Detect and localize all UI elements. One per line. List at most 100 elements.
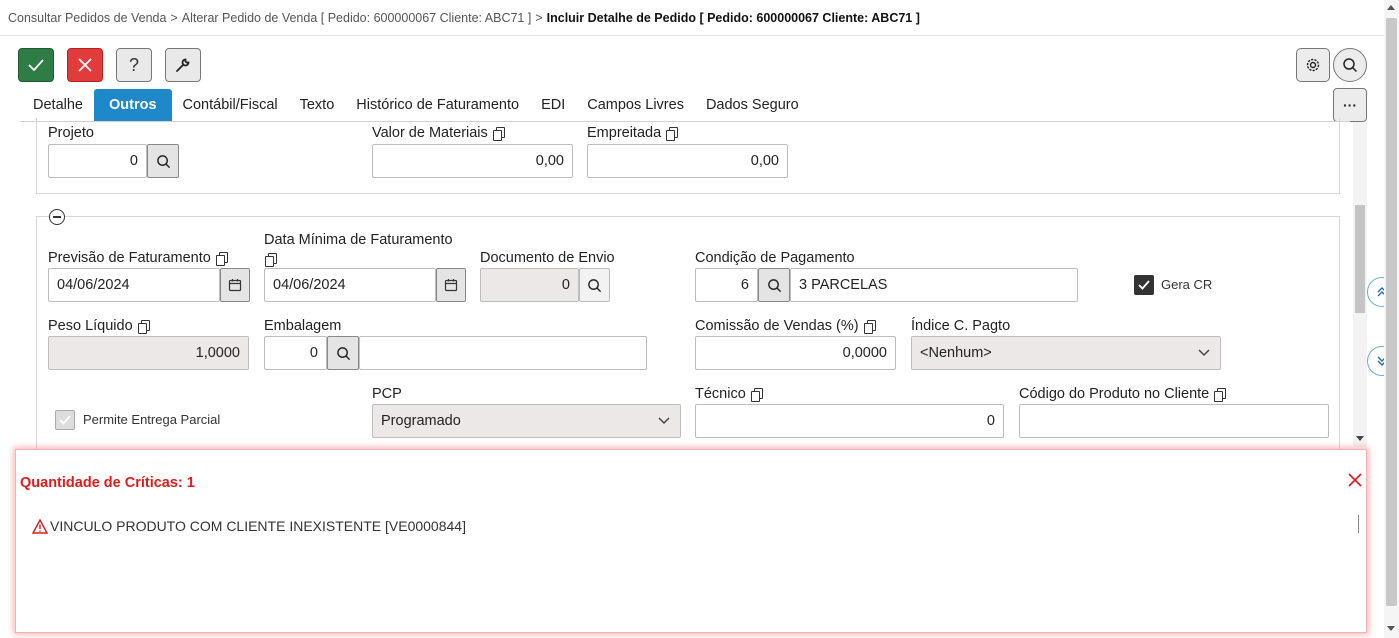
tecnico-label: Técnico — [695, 386, 763, 402]
close-icon — [1348, 473, 1362, 487]
condicao-pagamento-code-input[interactable]: 6 — [695, 268, 758, 302]
check-icon — [1138, 280, 1150, 290]
criticas-panel — [15, 449, 1367, 633]
copy-icon[interactable] — [265, 253, 277, 267]
copy-icon[interactable] — [215, 252, 228, 266]
wrench-icon — [176, 58, 190, 72]
condicao-pagamento-desc-input[interactable]: 3 PARCELAS — [790, 268, 1078, 302]
comissao-vendas-label: Comissão de Vendas (%) — [695, 318, 876, 334]
codigo-produto-cliente-input[interactable] — [1019, 404, 1329, 438]
pcp-select[interactable]: Programado — [372, 404, 681, 438]
tools-button[interactable] — [165, 48, 201, 82]
copy-icon[interactable] — [492, 127, 505, 141]
documento-envio-label: Documento de Envio — [480, 250, 615, 266]
header-divider — [0, 35, 1384, 36]
copy-icon[interactable] — [666, 127, 679, 141]
search-button[interactable] — [1333, 48, 1367, 82]
search-icon — [336, 346, 350, 360]
projeto-search-button[interactable] — [147, 144, 179, 178]
criticas-title: Quantidade de Críticas: 1 — [20, 475, 195, 491]
calendar-icon — [228, 279, 242, 292]
confirm-button[interactable] — [18, 48, 54, 82]
data-minima-calendar-button[interactable] — [436, 268, 466, 302]
warning-icon — [32, 518, 48, 534]
empreitada-input[interactable]: 0,00 — [587, 144, 788, 178]
search-icon — [156, 154, 170, 168]
valor-materiais-input[interactable]: 0,00 — [372, 144, 573, 178]
close-criticas-button[interactable] — [1348, 473, 1362, 492]
embalagem-search-button[interactable] — [327, 336, 359, 370]
cancel-button[interactable] — [67, 48, 103, 82]
settings-button[interactable] — [1296, 48, 1330, 82]
tab-dados-seguro[interactable]: Dados Seguro — [695, 89, 810, 121]
criticas-scrollbar[interactable] — [1358, 515, 1359, 533]
breadcrumb-item-consultar[interactable]: Consultar Pedidos de Venda — [8, 11, 166, 25]
copy-icon[interactable] — [750, 388, 763, 402]
pcp-label: PCP — [372, 386, 402, 402]
indice-pagto-value: <Nenhum> — [920, 345, 992, 361]
previsao-faturamento-label: Previsão de Faturamento — [48, 250, 228, 266]
condicao-pagamento-search-button[interactable] — [758, 268, 790, 302]
tab-historico-faturamento[interactable]: Histórico de Faturamento — [345, 89, 530, 121]
chevron-down-icon — [1198, 349, 1210, 357]
pcp-value: Programado — [381, 413, 461, 429]
form-scrollbar-thumb[interactable] — [1355, 205, 1365, 313]
copy-icon[interactable] — [137, 320, 150, 334]
tab-campos-livres[interactable]: Campos Livres — [576, 89, 695, 121]
peso-liquido-label: Peso Líquido — [48, 318, 150, 334]
permite-entrega-label: Permite Entrega Parcial — [83, 412, 221, 427]
embalagem-desc-input[interactable] — [359, 336, 647, 370]
breadcrumb: Consultar Pedidos de Venda > Alterar Pedid… — [8, 11, 920, 25]
copy-icon[interactable] — [863, 320, 876, 334]
breadcrumb-separator: > — [535, 11, 543, 25]
help-button[interactable]: ? — [116, 48, 152, 82]
tab-contabil-fiscal[interactable]: Contábil/Fiscal — [172, 89, 289, 121]
projeto-input[interactable]: 0 — [48, 144, 147, 178]
page-scroll-up-icon[interactable] — [1387, 5, 1395, 10]
peso-liquido-input: 1,0000 — [48, 336, 249, 370]
breadcrumb-current: Incluir Detalhe de Pedido [ Pedido: 6000… — [546, 11, 920, 25]
previsao-calendar-button[interactable] — [220, 268, 250, 302]
more-tabs-button[interactable]: ··· — [1333, 88, 1367, 122]
page-scrollbar-thumb[interactable] — [1386, 18, 1397, 606]
tab-detalhe[interactable]: Detalhe — [22, 89, 94, 121]
search-icon — [588, 278, 602, 292]
tab-edi[interactable]: EDI — [530, 89, 576, 121]
criticas-message: VINCULO PRODUTO COM CLIENTE INEXISTENTE … — [50, 518, 466, 534]
documento-envio-search-button[interactable] — [579, 268, 610, 302]
empreitada-label: Empreitada — [587, 125, 679, 141]
embalagem-label: Embalagem — [264, 318, 342, 334]
indice-pagto-label: Índice C. Pagto — [911, 318, 1011, 334]
close-icon — [78, 58, 92, 72]
tab-outros[interactable]: Outros — [93, 89, 172, 121]
documento-envio-input: 0 — [480, 268, 579, 302]
permite-entrega-checkbox[interactable] — [55, 410, 75, 430]
breadcrumb-item-alterar[interactable]: Alterar Pedido de Venda [ Pedido: 600000… — [182, 11, 532, 25]
search-icon — [1343, 58, 1358, 73]
condicao-pagamento-label: Condição de Pagamento — [695, 250, 855, 266]
indice-pagto-select[interactable]: <Nenhum> — [911, 336, 1221, 370]
gera-cr-checkbox[interactable] — [1134, 275, 1154, 295]
breadcrumb-separator: > — [170, 11, 178, 25]
embalagem-code-input[interactable]: 0 — [264, 336, 327, 370]
collapse-section-icon[interactable] — [49, 209, 65, 225]
valor-materiais-label: Valor de Materiais — [372, 125, 505, 141]
codigo-produto-cliente-label: Código do Produto no Cliente — [1019, 386, 1227, 402]
data-minima-label: Data Mínima de Faturamento — [264, 232, 453, 248]
previsao-faturamento-input[interactable]: 04/06/2024 — [48, 268, 220, 302]
gear-icon — [1306, 58, 1320, 72]
scroll-down-arrow-icon[interactable] — [1356, 436, 1364, 441]
search-icon — [767, 278, 781, 292]
copy-icon[interactable] — [1214, 388, 1227, 402]
tab-texto[interactable]: Texto — [289, 89, 346, 121]
projeto-label: Projeto — [48, 125, 94, 141]
data-minima-input[interactable]: 04/06/2024 — [264, 268, 436, 302]
check-icon — [28, 59, 44, 71]
criticas-message-row: VINCULO PRODUTO COM CLIENTE INEXISTENTE … — [32, 518, 466, 534]
tecnico-input[interactable]: 0 — [695, 404, 1004, 438]
calendar-icon — [444, 279, 458, 292]
gera-cr-label: Gera CR — [1161, 277, 1213, 292]
chevron-down-icon — [658, 417, 670, 425]
comissao-vendas-input[interactable]: 0,0000 — [695, 336, 896, 370]
page-scroll-down-icon[interactable] — [1387, 626, 1395, 631]
